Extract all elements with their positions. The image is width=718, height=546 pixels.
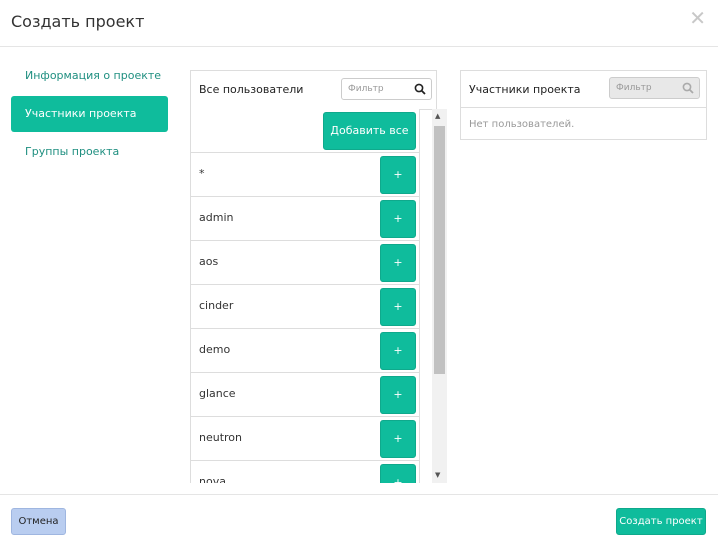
user-name: * <box>199 167 205 180</box>
add-all-row: Добавить все <box>191 109 419 153</box>
cancel-button[interactable]: Отмена <box>11 508 66 535</box>
add-user-button[interactable]: + <box>380 244 416 282</box>
add-user-button[interactable]: + <box>380 420 416 458</box>
user-name: cinder <box>199 299 234 312</box>
scrollbar-thumb[interactable] <box>434 126 445 374</box>
all-users-filter-input[interactable]: Фильтр <box>341 78 432 100</box>
user-name: neutron <box>199 431 243 444</box>
search-icon[interactable] <box>414 83 426 95</box>
add-user-button[interactable]: + <box>380 288 416 326</box>
project-members-title: Участники проекта <box>469 83 581 96</box>
empty-members-text: Нет пользователей. <box>469 119 575 130</box>
add-all-button[interactable]: Добавить все <box>323 112 416 150</box>
all-users-header: Все пользователи Фильтр <box>190 70 437 110</box>
all-users-list: Добавить все * + admin + aos + cinder + … <box>190 109 420 483</box>
modal-header: Создать проект ✕ <box>0 0 718 47</box>
modal-title: Создать проект <box>11 12 145 31</box>
table-row: * + <box>191 153 419 197</box>
user-name: nova <box>199 475 226 483</box>
table-row: demo + <box>191 329 419 373</box>
table-row: admin + <box>191 197 419 241</box>
table-row: glance + <box>191 373 419 417</box>
table-row: neutron + <box>191 417 419 461</box>
scroll-up-icon[interactable]: ▲ <box>435 112 440 120</box>
add-user-button[interactable]: + <box>380 464 416 483</box>
add-user-button[interactable]: + <box>380 156 416 194</box>
close-icon[interactable]: ✕ <box>689 8 706 28</box>
nav-item-project-groups[interactable]: Группы проекта <box>11 134 168 170</box>
all-users-filter-placeholder: Фильтр <box>348 84 384 94</box>
table-row: aos + <box>191 241 419 285</box>
user-name: glance <box>199 387 236 400</box>
user-name: admin <box>199 211 234 224</box>
add-user-button[interactable]: + <box>380 332 416 370</box>
modal-footer: Отмена Создать проект <box>0 494 718 546</box>
nav-item-project-info[interactable]: Информация о проекте <box>11 58 168 94</box>
user-name: demo <box>199 343 231 356</box>
search-icon <box>682 82 694 94</box>
table-row: cinder + <box>191 285 419 329</box>
project-members-header: Участники проекта Фильтр <box>461 71 706 108</box>
users-list-scrollbar[interactable]: ▲ ▼ <box>432 109 447 483</box>
add-user-button[interactable]: + <box>380 200 416 238</box>
add-user-button[interactable]: + <box>380 376 416 414</box>
table-row: nova + <box>191 461 419 483</box>
project-members-filter-input[interactable]: Фильтр <box>609 77 700 99</box>
project-members-filter-placeholder: Фильтр <box>616 83 652 93</box>
all-users-title: Все пользователи <box>199 83 304 96</box>
scroll-down-icon[interactable]: ▼ <box>435 471 440 479</box>
create-project-button[interactable]: Создать проект <box>616 508 706 535</box>
project-members-panel: Участники проекта Фильтр Нет пользовател… <box>460 70 707 140</box>
nav-item-project-members[interactable]: Участники проекта <box>11 96 168 132</box>
user-name: aos <box>199 255 219 268</box>
